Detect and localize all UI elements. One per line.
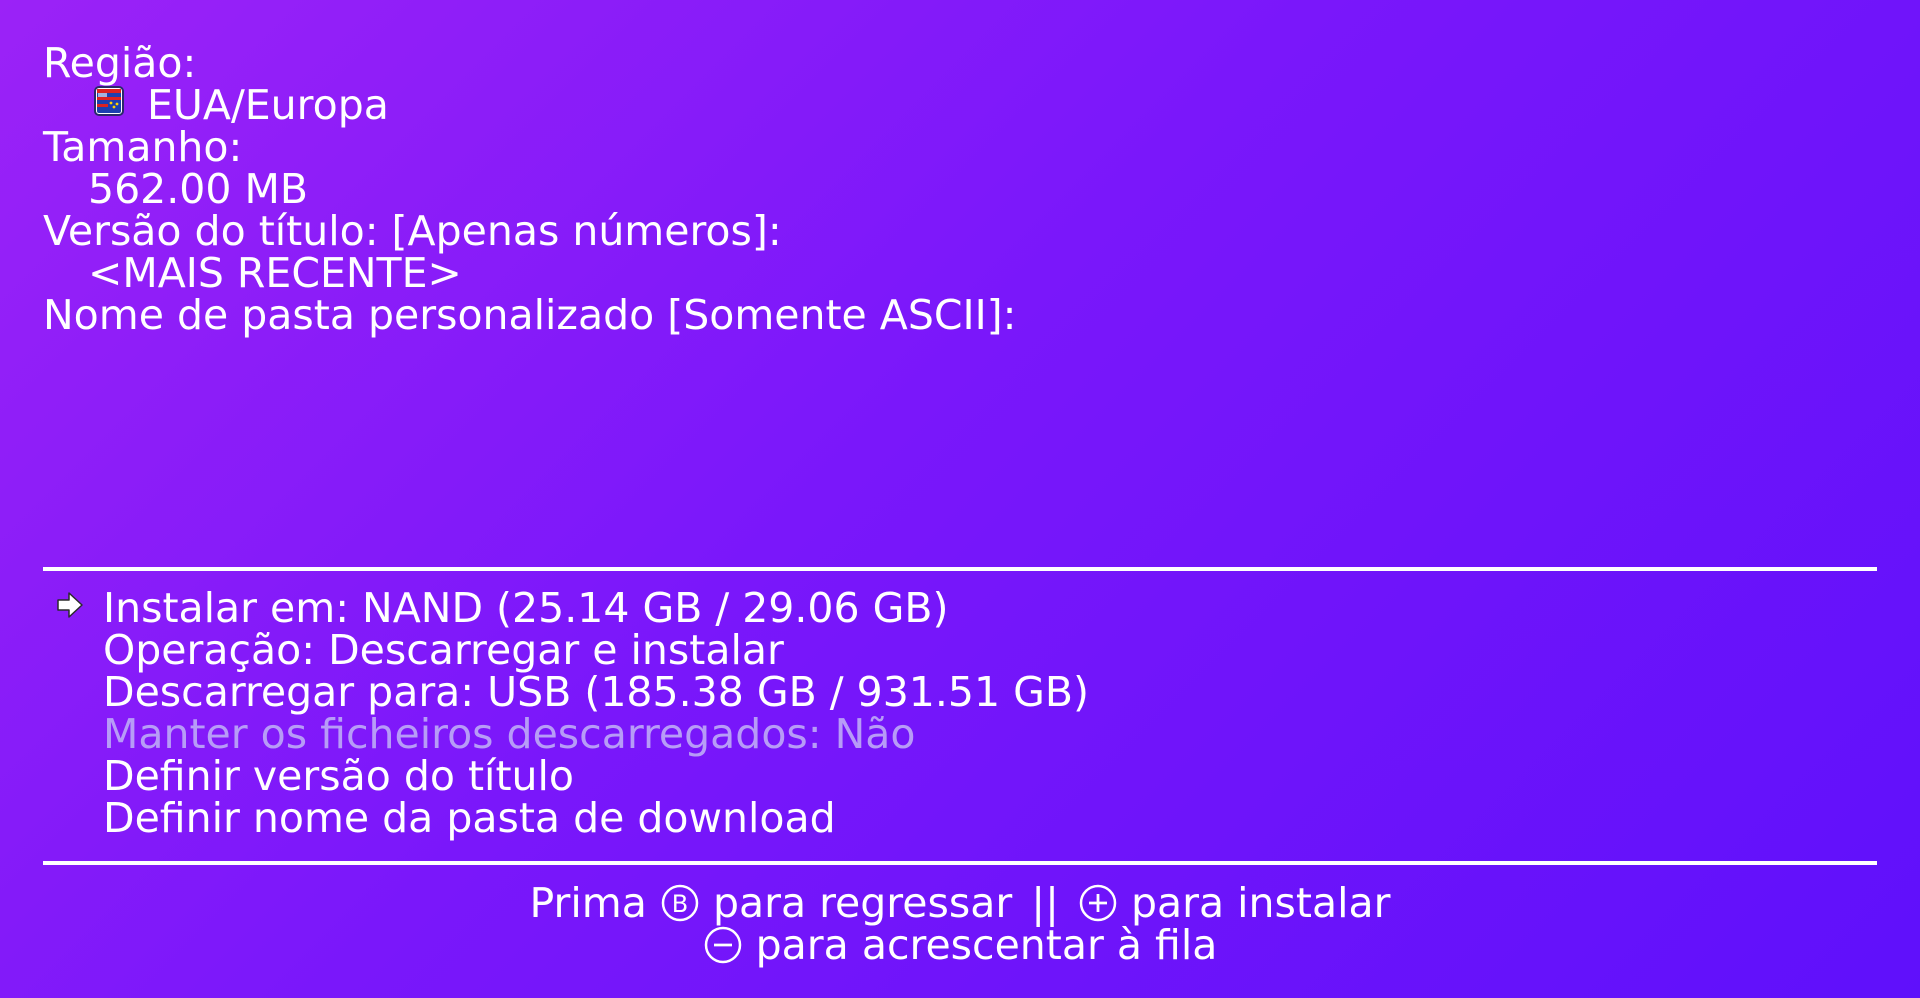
svg-text:B: B (672, 890, 688, 918)
footer-install-text: para instalar (1130, 879, 1391, 927)
region-label: Região: (43, 39, 197, 87)
footer-hint-line-2: para acrescentar à fila (0, 924, 1920, 966)
menu-item-operation[interactable]: Operação: Descarregar e instalar (103, 629, 784, 671)
minus-button-icon (704, 926, 741, 964)
footer-prefix: Prima (529, 879, 647, 927)
custom-folder-label: Nome de pasta personalizado [Somente ASC… (43, 291, 1017, 339)
flag-usa-europe-icon (94, 86, 124, 116)
footer-queue-text: para acrescentar à fila (755, 921, 1218, 969)
plus-button-icon (1079, 884, 1117, 922)
footer-back-text: para regressar (712, 879, 1013, 927)
menu-item-keep-files[interactable]: Manter os ficheiros descarregados: Não (103, 713, 916, 755)
selection-arrow-icon (57, 592, 83, 618)
b-button-icon: B (661, 884, 699, 922)
download-options-screen: Região: EUA/Europa Tamanho: 562.00 MB Ve… (0, 0, 1920, 998)
size-label: Tamanho: (43, 123, 243, 171)
menu-item-install-to[interactable]: Instalar em: NAND (25.14 GB / 29.06 GB) (103, 587, 949, 629)
size-value: 562.00 MB (88, 165, 308, 213)
bottom-divider (43, 861, 1877, 865)
title-version-value: <MAIS RECENTE> (88, 249, 462, 297)
footer-hint-line-1: Prima B para regressar || para instalar (0, 882, 1920, 924)
menu-item-download-to[interactable]: Descarregar para: USB (185.38 GB / 931.5… (103, 671, 1089, 713)
title-version-label: Versão do título: [Apenas números]: (43, 207, 782, 255)
region-value: EUA/Europa (147, 81, 389, 129)
menu-item-set-title-version[interactable]: Definir versão do título (103, 755, 574, 797)
footer-separator: || (1031, 879, 1059, 927)
menu-item-set-folder-name[interactable]: Definir nome da pasta de download (103, 797, 836, 839)
top-divider (43, 567, 1877, 571)
